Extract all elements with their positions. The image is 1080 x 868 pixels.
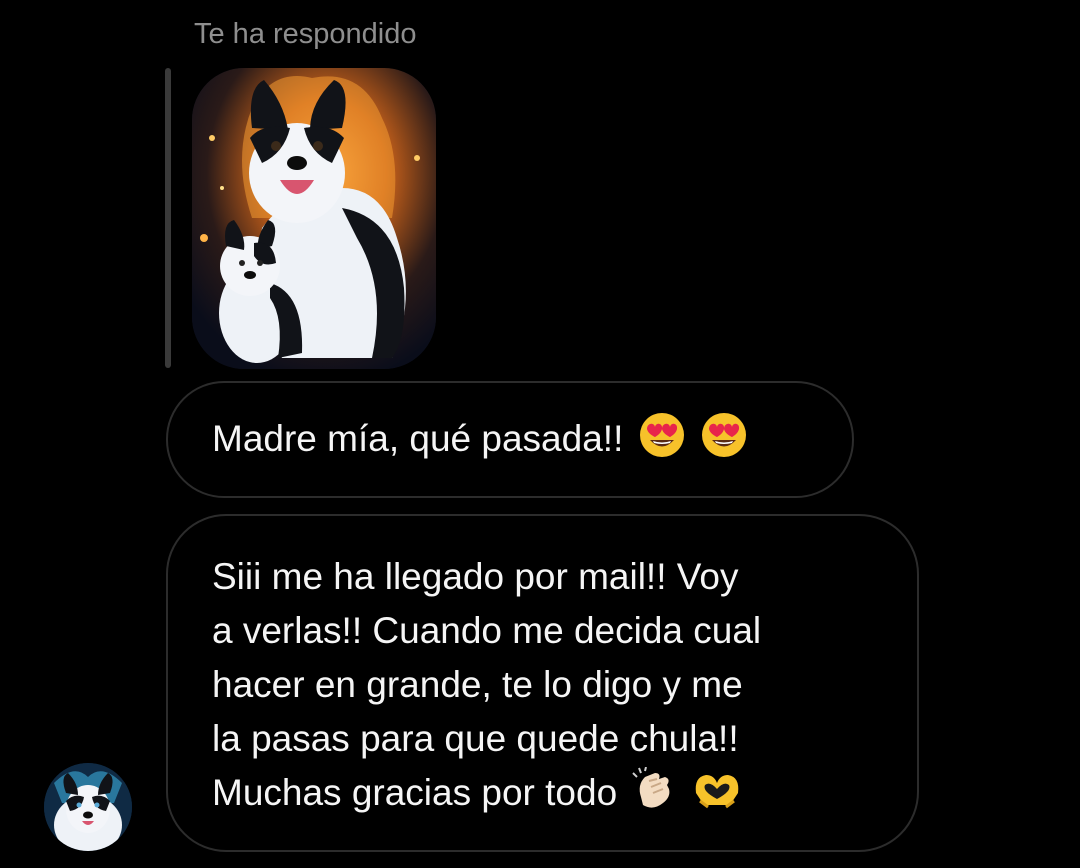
message-line: la pasas para que quede chula!! (212, 718, 739, 759)
message-line: a verlas!! Cuando me decida cual (212, 610, 762, 651)
message-line: Muchas gracias por todo (212, 772, 618, 813)
heart-eyes-emoji-icon (700, 411, 748, 474)
message-bubble[interactable]: Madre mía, qué pasada!! (166, 381, 854, 498)
replied-story-image[interactable] (192, 68, 436, 369)
clapping-hands-emoji-icon (631, 766, 677, 828)
message-text: Madre mía, qué pasada!! (212, 418, 624, 459)
reply-indicator-bar (165, 68, 171, 368)
heart-hands-emoji-icon (692, 767, 742, 828)
message-line: Siii me ha llegado por mail!! Voy (212, 556, 739, 597)
message-line-with-emoji: Muchas gracias por todo (212, 766, 877, 828)
border-collie-avatar-icon (44, 763, 132, 851)
border-collie-illustration-icon (192, 68, 436, 369)
message-line: hacer en grande, te lo digo y me (212, 664, 743, 705)
message-bubble[interactable]: Siii me ha llegado por mail!! Voy a verl… (166, 514, 919, 852)
heart-eyes-emoji-icon (638, 411, 686, 474)
reply-header: Te ha respondido (194, 18, 417, 50)
sender-avatar[interactable] (44, 763, 132, 851)
